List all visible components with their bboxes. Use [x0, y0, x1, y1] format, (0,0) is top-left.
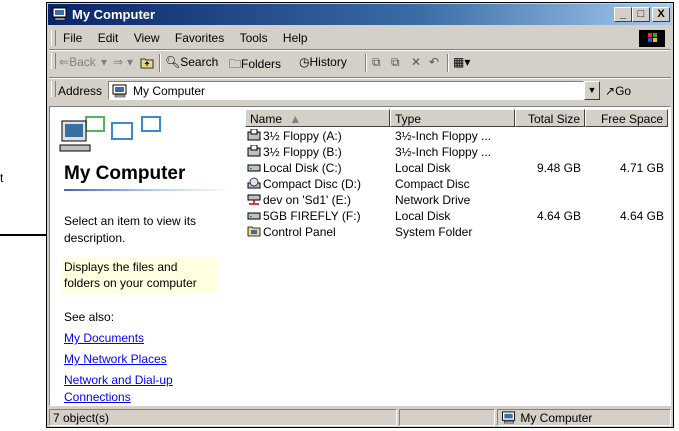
my-computer-banner-icon [59, 116, 161, 152]
menu-help[interactable]: Help [277, 28, 314, 45]
pane-prompt: Select an item to view its description. [64, 214, 197, 245]
list-item-local-disk-c[interactable]: Local Disk (C:) Local Disk 9.48 GB 4.71 … [245, 160, 670, 176]
go-arrow-icon: ↗ [605, 84, 616, 98]
menu-file[interactable]: File [57, 28, 88, 45]
maximize-button[interactable]: □ [632, 7, 650, 22]
undo-icon[interactable]: ↶ [429, 55, 439, 69]
column-header-free-space[interactable]: Free Space [585, 109, 668, 127]
link-my-network-places[interactable]: My Network Places [64, 351, 167, 368]
move-to-icon[interactable]: ⧉ [372, 55, 381, 70]
hard-disk-icon [247, 164, 261, 172]
up-folder-icon[interactable] [140, 56, 154, 69]
menu-edit[interactable]: Edit [92, 28, 125, 45]
search-icon: 🔍︎ [165, 55, 181, 69]
control-panel-icon [247, 226, 261, 237]
my-computer-icon [502, 411, 516, 424]
back-dropdown-icon[interactable]: ▾ [101, 55, 107, 69]
status-object-count: 7 object(s) [49, 409, 397, 426]
column-header-type[interactable]: Type [390, 109, 515, 127]
views-icon[interactable]: ▦▾ [453, 55, 470, 69]
back-arrow-icon: ⇐ [59, 55, 70, 69]
close-button[interactable]: X [652, 7, 670, 22]
toolbar-grip[interactable] [51, 53, 56, 69]
pane-description: Displays the files and folders on your c… [62, 257, 218, 293]
pane-title: My Computer [64, 163, 186, 184]
drive-list: Name ▲ Type Total Size Free Space 3½ Flo… [245, 107, 670, 405]
history-button[interactable]: ◷History [299, 55, 347, 69]
address-bar: Address My Computer ▼ ↗Go [49, 79, 671, 103]
status-bar: 7 object(s) My Computer [49, 408, 671, 427]
link-network-dialup[interactable]: Network and Dial-up Connections [64, 372, 214, 405]
column-header-total-size[interactable]: Total Size [515, 109, 585, 127]
list-item-control-panel[interactable]: Control Panel System Folder [245, 224, 670, 240]
address-input[interactable]: My Computer [108, 81, 584, 100]
standard-toolbar: ⇐Back ▾ ⇒ ▾ 🔍︎Search 🗀Folders ◷History ⧉… [49, 51, 671, 75]
minimize-button[interactable]: _ [614, 7, 632, 22]
menu-grip[interactable] [51, 30, 56, 46]
floppy-icon [247, 145, 261, 157]
list-item-compact-disc-d[interactable]: Compact Disc (D:) Compact Disc [245, 176, 670, 192]
status-blank [399, 409, 495, 426]
title-bar[interactable]: My Computer _ □ X [48, 4, 672, 25]
callout-text: t [0, 171, 4, 185]
pane-title-rule [64, 189, 232, 191]
menu-bar: File Edit View Favorites Tools Help [49, 28, 671, 48]
folders-button[interactable]: 🗀Folders [229, 55, 281, 76]
my-computer-icon [52, 7, 67, 21]
list-item-network-drive-e[interactable]: dev on 'Sd1' (E:) Network Drive [245, 192, 670, 208]
explorer-window: My Computer _ □ X File Edit View Favorit… [46, 2, 674, 428]
copy-to-icon[interactable]: ⧉ [391, 55, 400, 70]
address-grip[interactable] [51, 81, 56, 97]
list-header: Name ▲ Type Total Size Free Space [245, 109, 670, 127]
content-area: My Computer Select an item to view its d… [49, 106, 671, 406]
list-item-floppy-b[interactable]: 3½ Floppy (B:) 3½-Inch Floppy ... [245, 144, 670, 160]
forward-dropdown-icon[interactable]: ▾ [127, 55, 133, 69]
menu-view[interactable]: View [128, 28, 166, 45]
see-also-label: See also: [64, 310, 115, 324]
search-button[interactable]: 🔍︎Search [165, 55, 218, 69]
windows-logo-icon [639, 30, 665, 47]
address-value: My Computer [133, 84, 206, 98]
web-view-pane: My Computer Select an item to view its d… [50, 107, 240, 405]
address-label: Address [58, 84, 103, 98]
cd-icon [247, 177, 261, 189]
sort-ascending-icon: ▲ [289, 112, 302, 126]
network-drive-icon [247, 194, 261, 205]
hard-disk-icon [247, 212, 261, 220]
status-zone: My Computer [497, 409, 671, 426]
address-dropdown-icon[interactable]: ▼ [584, 81, 600, 100]
back-button[interactable]: ⇐Back [59, 55, 96, 69]
link-my-documents[interactable]: My Documents [64, 330, 144, 347]
delete-icon[interactable]: ✕ [411, 55, 421, 69]
floppy-icon [247, 129, 261, 141]
my-computer-icon [112, 84, 127, 98]
menu-favorites[interactable]: Favorites [169, 28, 230, 45]
menu-tools[interactable]: Tools [234, 28, 274, 45]
go-button[interactable]: ↗Go [605, 84, 631, 98]
list-item-floppy-a[interactable]: 3½ Floppy (A:) 3½-Inch Floppy ... [245, 128, 670, 144]
column-header-name[interactable]: Name ▲ [245, 109, 390, 127]
history-icon: ◷ [299, 55, 310, 69]
forward-button[interactable]: ⇒ [113, 55, 123, 69]
list-item-firefly-f[interactable]: 5GB FIREFLY (F:) Local Disk 4.64 GB 4.64… [245, 208, 670, 224]
window-title: My Computer [72, 7, 156, 22]
folders-icon: 🗀 [229, 57, 242, 71]
